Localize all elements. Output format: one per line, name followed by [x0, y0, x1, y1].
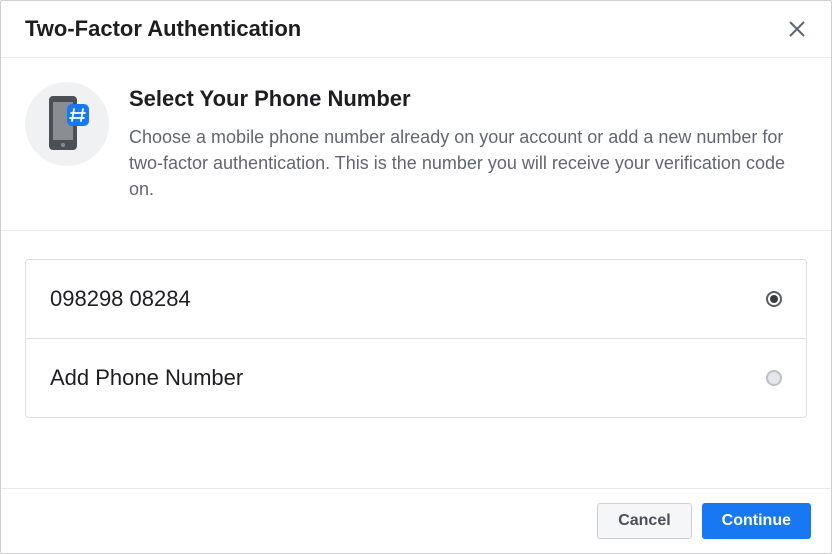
section-text: Select Your Phone Number Choose a mobile…	[129, 82, 807, 202]
close-button[interactable]	[783, 15, 811, 43]
phone-option-add[interactable]: Add Phone Number	[26, 338, 806, 417]
dialog-footer: Cancel Continue	[1, 488, 831, 553]
section-description: Choose a mobile phone number already on …	[129, 124, 807, 202]
options-container: 098298 08284 Add Phone Number	[1, 231, 831, 488]
radio-unselected[interactable]	[766, 370, 782, 386]
section-title: Select Your Phone Number	[129, 86, 807, 112]
phone-icon-container	[25, 82, 109, 166]
phone-option-label: 098298 08284	[50, 286, 191, 312]
radio-selected[interactable]	[766, 291, 782, 307]
phone-option-label: Add Phone Number	[50, 365, 243, 391]
content-header: Select Your Phone Number Choose a mobile…	[1, 58, 831, 231]
phone-option-existing[interactable]: 098298 08284	[26, 260, 806, 338]
dialog-header: Two-Factor Authentication	[1, 1, 831, 58]
close-icon	[787, 19, 807, 39]
phone-option-list: 098298 08284 Add Phone Number	[25, 259, 807, 418]
two-factor-dialog: Two-Factor Authentication	[0, 0, 832, 554]
dialog-title: Two-Factor Authentication	[25, 16, 301, 42]
continue-button[interactable]: Continue	[702, 503, 811, 539]
phone-hash-icon	[43, 94, 91, 154]
cancel-button[interactable]: Cancel	[597, 503, 691, 539]
